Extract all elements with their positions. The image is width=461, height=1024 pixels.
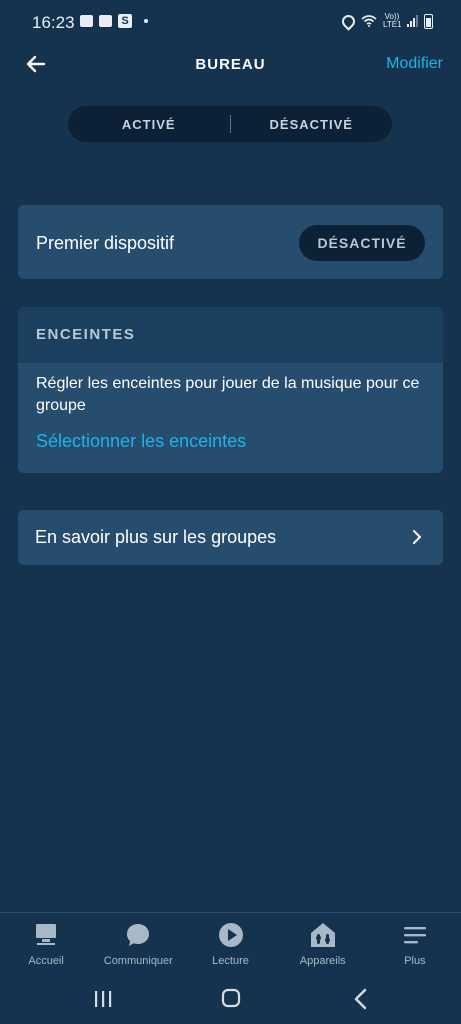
status-time: 16:23	[32, 13, 75, 32]
tab-plus[interactable]: Plus	[369, 913, 461, 975]
tab-label-communiquer: Communiquer	[103, 955, 173, 967]
tab-appareils[interactable]: Appareils	[277, 913, 369, 975]
header: BUREAU Modifier	[0, 46, 461, 82]
tab-label-lecture: Lecture	[212, 955, 249, 967]
speakers-heading: ENCEINTES	[36, 326, 136, 343]
tab-label-accueil: Accueil	[28, 955, 64, 967]
speakers-card: ENCEINTES Régler les enceintes pour joue…	[18, 307, 443, 473]
tab-communiquer[interactable]: Communiquer	[92, 913, 184, 975]
recent-apps-icon[interactable]	[94, 990, 112, 1008]
signal-icon	[407, 15, 418, 27]
tab-label-appareils: Appareils	[299, 955, 346, 967]
edit-button[interactable]: Modifier	[386, 55, 443, 73]
device-name: Premier dispositif	[36, 233, 175, 253]
battery-icon	[424, 13, 433, 29]
select-speakers-link[interactable]: Sélectionner les enceintes	[36, 431, 246, 452]
group-toggle: ACTIVÉ DÉSACTIVÉ	[68, 106, 392, 142]
chat-bubble-icon	[127, 924, 150, 946]
tab-label-plus: Plus	[404, 955, 426, 967]
back-button-icon[interactable]	[352, 988, 370, 1010]
system-nav-bar	[0, 974, 461, 1024]
s-icon: S	[118, 14, 132, 28]
play-icon	[218, 923, 243, 947]
wifi-icon	[361, 15, 377, 27]
learn-more-row[interactable]: En savoir plus sur les groupes	[18, 510, 443, 565]
home-icon	[36, 924, 57, 945]
status-bar: 16:23 S Vo)) LTE1	[0, 0, 461, 46]
toggle-off-option[interactable]: DÉSACTIVÉ	[231, 117, 393, 132]
dot-icon	[144, 19, 148, 23]
gallery-icon	[80, 15, 93, 27]
speakers-description: Régler les enceintes pour jouer de la mu…	[36, 375, 420, 414]
menu-icon	[403, 927, 426, 944]
tab-accueil[interactable]: Accueil	[0, 913, 92, 975]
status-notification-icons: S	[80, 14, 148, 28]
devices-icon	[310, 923, 335, 947]
device-status-button[interactable]: DÉSACTIVÉ	[299, 225, 425, 261]
bottom-tab-bar: Accueil Communiquer Lecture Appareils Pl…	[0, 912, 461, 975]
learn-more-label: En savoir plus sur les groupes	[35, 527, 277, 547]
location-icon	[339, 11, 358, 31]
tab-lecture[interactable]: Lecture	[184, 913, 276, 975]
home-button-icon[interactable]	[221, 988, 241, 1008]
device-card: Premier dispositif DÉSACTIVÉ	[18, 205, 443, 279]
lte-icon: Vo)) LTE1	[383, 12, 402, 29]
mail-icon	[99, 15, 112, 27]
chevron-right-icon	[413, 530, 421, 544]
status-system-icons: Vo)) LTE1	[339, 11, 433, 31]
speakers-header: ENCEINTES	[18, 307, 443, 363]
toggle-on-option[interactable]: ACTIVÉ	[68, 117, 230, 132]
